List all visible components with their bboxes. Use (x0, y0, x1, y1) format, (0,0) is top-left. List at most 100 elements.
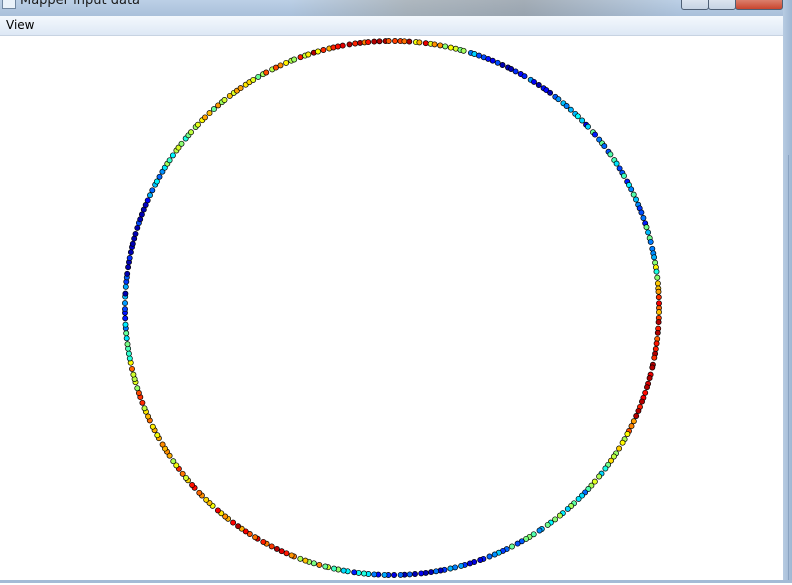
scatter-point (602, 465, 609, 472)
scatter-point (460, 47, 467, 54)
scatter-point (613, 160, 620, 167)
scatter-point (531, 78, 537, 85)
scatter-point (132, 230, 139, 237)
scatter-point (288, 552, 295, 559)
scatter-point (141, 405, 148, 412)
app-window-icon (2, 0, 16, 9)
scatter-point (477, 557, 484, 563)
window-right-border (783, 0, 792, 583)
scatter-point (134, 224, 141, 231)
close-button[interactable] (735, 0, 783, 10)
scatter-point (575, 495, 582, 502)
scatter-point (647, 238, 654, 245)
scatter-point (283, 550, 290, 557)
scatter-point (178, 140, 185, 147)
scatter-point (145, 413, 152, 420)
scatter-point (555, 96, 562, 103)
scatter-point (385, 38, 392, 44)
scatter-point (633, 196, 639, 203)
scatter-point (656, 309, 662, 316)
scatter-point (574, 113, 581, 120)
scatter-point (592, 131, 598, 138)
scatter-point (442, 43, 449, 50)
scatter-point (624, 431, 631, 437)
scatter-point (122, 315, 129, 322)
scatter-point (630, 418, 637, 425)
scatter-point (521, 73, 528, 80)
scatter-point (416, 39, 423, 46)
scatter-point (123, 330, 130, 337)
scatter-point (428, 569, 435, 576)
plot-canvas (0, 36, 783, 581)
scatter-point (297, 555, 304, 562)
scatter-point (235, 523, 242, 530)
menu-bar: View (0, 16, 783, 36)
scatter-point (544, 521, 551, 528)
scatter-point (392, 38, 398, 44)
scatter-point (153, 178, 160, 185)
scatter-point (260, 538, 267, 545)
title-bar: Mapper input data (0, 0, 792, 16)
scatter-point (651, 254, 658, 261)
scatter-point (268, 543, 275, 550)
scatter-point (340, 567, 347, 574)
scatter-point (230, 519, 237, 526)
scatter-point (206, 110, 213, 117)
scatter-point (250, 76, 257, 83)
scatter-point (122, 321, 129, 328)
scatter-point (134, 385, 141, 392)
scatter-point (221, 97, 228, 103)
scatter-point (547, 89, 554, 96)
scatter-point (138, 211, 145, 218)
scatter-point (412, 571, 418, 577)
scatter-point (144, 197, 151, 204)
scatter-point (639, 398, 645, 405)
scatter-point (638, 209, 645, 216)
scatter-point (130, 371, 137, 378)
scatter-point (194, 121, 201, 128)
scatter-point (214, 507, 221, 514)
scatter-point (447, 44, 454, 51)
scatter-point (466, 560, 473, 567)
maximize-button[interactable] (708, 0, 736, 10)
scatter-point (476, 52, 482, 59)
scatter-point (125, 264, 132, 271)
scatter-point (159, 441, 166, 448)
scatter-point (654, 329, 661, 336)
scatter-point (371, 38, 378, 45)
scatter-point (406, 571, 413, 578)
scatter-point (122, 300, 128, 307)
scatter-point (452, 564, 459, 571)
scatter-point (196, 489, 203, 496)
scatter-point (651, 354, 658, 361)
minimize-button[interactable] (681, 0, 709, 10)
scatter-point (564, 505, 571, 512)
scatter-point (556, 512, 563, 519)
scatter-point (514, 540, 521, 547)
scatter-point (499, 62, 506, 68)
scatter-point (210, 106, 217, 113)
scatter-point (310, 560, 317, 567)
title-bar-background-blur (290, 0, 680, 16)
scatter-point (418, 570, 425, 577)
scatter-point (646, 375, 653, 382)
scatter-point (352, 40, 359, 47)
scatter-point (422, 40, 429, 47)
scatter-point (255, 73, 262, 80)
scatter-point (512, 68, 519, 75)
scatter-point (644, 384, 650, 391)
menu-view[interactable]: View (6, 18, 34, 32)
scatter-point (486, 553, 493, 560)
scatter-point (654, 280, 661, 287)
scatter-point (202, 114, 208, 121)
scatter-point (122, 306, 128, 313)
scatter-point (397, 571, 404, 578)
scatter-point (147, 192, 153, 199)
scatter-point (509, 543, 515, 550)
scatter-point (125, 350, 132, 357)
scatter-point (616, 445, 623, 452)
scatter-point (391, 572, 398, 578)
scatter-point (596, 473, 603, 480)
scatter-point (273, 545, 280, 552)
scatter-point (633, 413, 640, 419)
